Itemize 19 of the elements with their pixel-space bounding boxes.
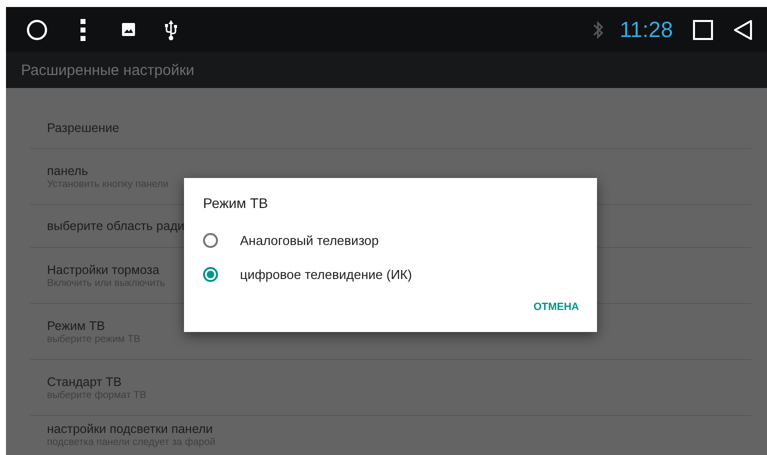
back-icon[interactable] (733, 18, 753, 40)
radio-button[interactable] (203, 266, 218, 282)
option-label[interactable]: Аналоговый телевизор (240, 232, 379, 248)
cancel-button[interactable]: ОТМЕНА (534, 295, 579, 319)
setting-title[interactable]: Стандарт ТВ (47, 374, 751, 390)
radio-button[interactable] (203, 232, 218, 248)
option-label[interactable]: цифровое телевидение (ИК) (240, 266, 412, 282)
circle-icon[interactable] (26, 18, 48, 40)
setting-title[interactable]: Разрешение (47, 120, 751, 136)
clock-time: 11:28 (620, 16, 673, 42)
toolbar-title: Расширенные настройки (21, 62, 194, 78)
setting-title[interactable]: настройки подсветки панели (47, 421, 751, 437)
square-icon[interactable] (693, 20, 713, 40)
dialog-title: Режим ТВ (203, 195, 269, 211)
usb-icon (165, 18, 177, 40)
menu-icon[interactable] (80, 18, 86, 40)
image-icon (122, 23, 135, 36)
bluetooth-icon (592, 20, 604, 40)
setting-title[interactable]: панель (47, 162, 751, 178)
